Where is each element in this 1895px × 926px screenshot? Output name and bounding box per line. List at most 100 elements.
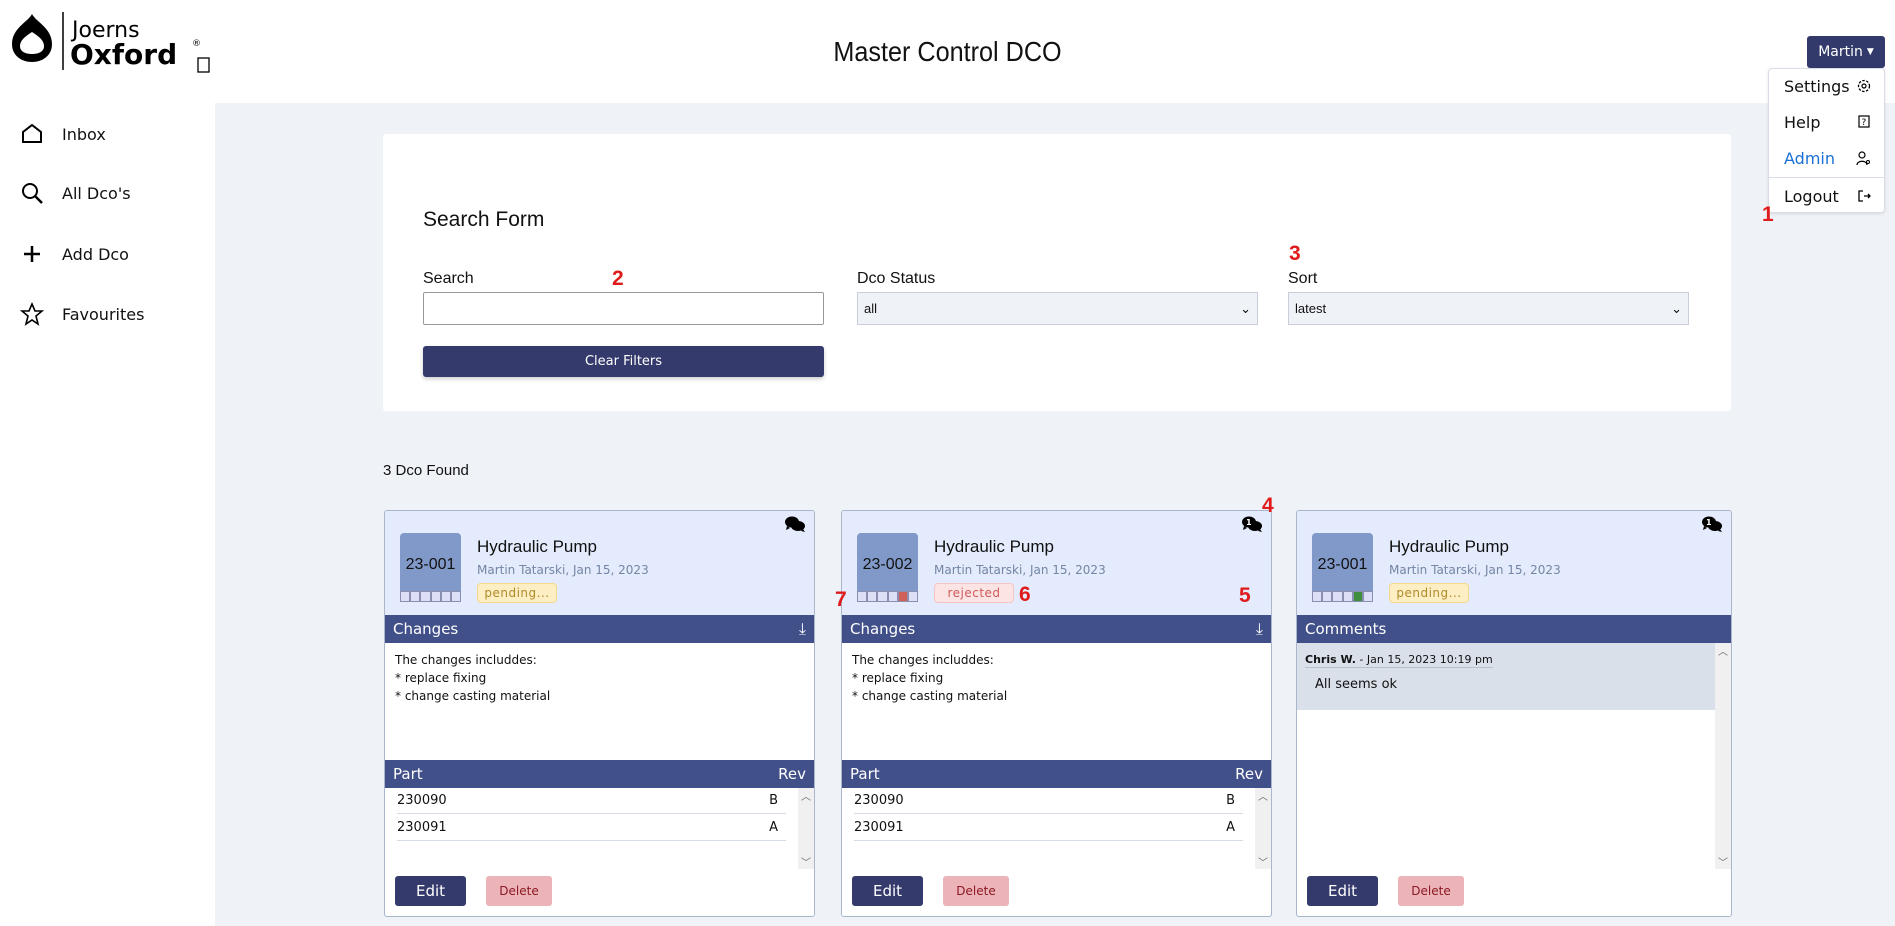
- progress-step: [907, 591, 919, 602]
- revision: B: [769, 793, 778, 808]
- page-title: Master Control DCO: [833, 36, 1062, 67]
- table-row[interactable]: 230091 A: [854, 815, 1243, 841]
- svg-text:?: ?: [1862, 118, 1867, 128]
- table-row[interactable]: 230090 B: [397, 788, 786, 814]
- revision: A: [1226, 820, 1235, 835]
- dco-title[interactable]: Hydraulic Pump: [1389, 537, 1509, 557]
- scroll-down-icon[interactable]: ﹀: [1715, 854, 1731, 869]
- dco-number-tile[interactable]: 23-002: [857, 533, 919, 602]
- annotation-2: 2: [612, 267, 624, 290]
- delete-button[interactable]: Delete: [486, 876, 552, 906]
- sort-select[interactable]: latest ⌄: [1288, 292, 1689, 325]
- sidebar-item-inbox[interactable]: Inbox: [20, 122, 106, 146]
- chevron-down-icon: ⌄: [1240, 300, 1251, 316]
- dco-title[interactable]: Hydraulic Pump: [477, 537, 597, 557]
- search-label: Search: [423, 270, 474, 287]
- menu-item-help[interactable]: Help?: [1769, 105, 1884, 139]
- clear-filters-button[interactable]: Clear Filters: [423, 346, 824, 377]
- sidebar-item-add-dco[interactable]: Add Dco: [20, 242, 129, 266]
- chevron-down-icon: ⌄: [1671, 300, 1682, 316]
- menu-label: Settings: [1784, 76, 1850, 96]
- table-row[interactable]: 230090 B: [854, 788, 1243, 814]
- status-badge: pending...: [1389, 583, 1469, 603]
- scroll-down-icon[interactable]: ﹀: [1255, 854, 1271, 869]
- progress-step: [1332, 591, 1343, 602]
- user-menu-button[interactable]: Martin ▼: [1807, 36, 1885, 68]
- parts-header: Part Rev: [385, 760, 814, 788]
- sidebar-item-favourites[interactable]: Favourites: [20, 302, 144, 326]
- edit-button[interactable]: Edit: [1307, 876, 1378, 906]
- svg-text:1: 1: [1706, 518, 1712, 527]
- dco-status-label: Dco Status: [857, 270, 936, 287]
- delete-button[interactable]: Delete: [943, 876, 1009, 906]
- dco-number: 23-002: [862, 555, 913, 573]
- progress-step: [867, 591, 878, 602]
- home-icon: [22, 123, 42, 143]
- progress-step: [430, 591, 441, 602]
- admin-icon: [1856, 151, 1870, 166]
- progress-steps: [857, 591, 919, 602]
- rev-column-header: Rev: [1235, 765, 1263, 783]
- section-header: Comments: [1297, 615, 1731, 643]
- menu-item-logout[interactable]: Logout: [1769, 179, 1884, 213]
- dco-number-tile[interactable]: 23-001: [1312, 533, 1374, 602]
- section-title: Changes: [393, 620, 459, 638]
- part-column-header: Part: [393, 765, 423, 783]
- dco-author-date: Martin Tatarski, Jan 15, 2023: [934, 563, 1106, 577]
- scroll-up-icon[interactable]: ︿: [1715, 643, 1731, 658]
- part-number: 230091: [397, 820, 447, 835]
- plus-icon: [24, 246, 40, 262]
- comments-icon[interactable]: 1: [1241, 515, 1263, 533]
- sidebar-label: Add Dco: [62, 244, 129, 264]
- revision: B: [1226, 793, 1235, 808]
- status-badge: pending...: [477, 583, 557, 603]
- sidebar-item-all-dcos[interactable]: All Dco's: [20, 181, 131, 205]
- table-row[interactable]: 230091 A: [397, 815, 786, 841]
- progress-step: [857, 591, 868, 602]
- status-badge: rejected: [934, 583, 1014, 603]
- progress-step: [1322, 591, 1333, 602]
- menu-item-settings[interactable]: Settings: [1769, 69, 1884, 103]
- comments-icon[interactable]: [784, 515, 806, 533]
- dco-title[interactable]: Hydraulic Pump: [934, 537, 1054, 557]
- progress-step: [440, 591, 451, 602]
- select-value: all: [864, 301, 878, 316]
- comment-item: Chris W. - Jan 15, 2023 10:19 pm All seem…: [1297, 643, 1715, 710]
- dco-number-tile[interactable]: 23-001: [400, 533, 462, 602]
- dco-number: 23-001: [405, 555, 456, 573]
- user-name: Martin: [1818, 44, 1863, 60]
- section-title: Comments: [1305, 620, 1387, 638]
- scrollbar[interactable]: ︿ ﹀: [1255, 788, 1271, 869]
- scroll-up-icon[interactable]: ︿: [1255, 788, 1271, 803]
- dco-number: 23-001: [1317, 555, 1368, 573]
- scroll-down-icon[interactable]: ﹀: [798, 854, 814, 869]
- scroll-up-icon[interactable]: ︿: [798, 788, 814, 803]
- dco-author-date: Martin Tatarski, Jan 15, 2023: [477, 563, 649, 577]
- comment-author: Chris W.: [1305, 653, 1356, 666]
- sidebar-label: Favourites: [62, 304, 145, 324]
- download-icon[interactable]: ⤓: [799, 619, 806, 639]
- progress-steps: [400, 591, 462, 602]
- menu-item-admin[interactable]: Admin: [1769, 141, 1884, 175]
- edit-button[interactable]: Edit: [395, 876, 466, 906]
- comments-icon[interactable]: 1: [1701, 515, 1723, 533]
- parts-header: Part Rev: [842, 760, 1271, 788]
- annotation-6: 6: [1019, 583, 1031, 606]
- delete-button[interactable]: Delete: [1398, 876, 1464, 906]
- dco-card: 1 23-002 Hydraulic Pump Martin Tatarski, Ja…: [841, 510, 1272, 917]
- scrollbar[interactable]: ︿ ﹀: [798, 788, 814, 869]
- section-header: Changes ⤓: [842, 615, 1271, 643]
- scrollbar[interactable]: ︿ ﹀: [1715, 643, 1731, 869]
- annotation-5: 5: [1239, 584, 1251, 607]
- changes-text: The changes includdes: * replace fixing …: [395, 653, 551, 703]
- progress-step: [450, 591, 462, 602]
- search-input[interactable]: [423, 292, 824, 325]
- edit-button[interactable]: Edit: [852, 876, 923, 906]
- progress-step: [1312, 591, 1323, 602]
- download-icon[interactable]: ⤓: [1256, 619, 1263, 639]
- dco-status-select[interactable]: all ⌄: [857, 292, 1258, 325]
- svg-text:1: 1: [1246, 518, 1252, 527]
- dco-author-date: Martin Tatarski, Jan 15, 2023: [1389, 563, 1561, 577]
- card-header: 1 23-001 Hydraulic Pump Martin Tatarski, Ja…: [1297, 511, 1731, 615]
- parts-list: 230090 B 230091 A ︿ ﹀: [842, 788, 1271, 869]
